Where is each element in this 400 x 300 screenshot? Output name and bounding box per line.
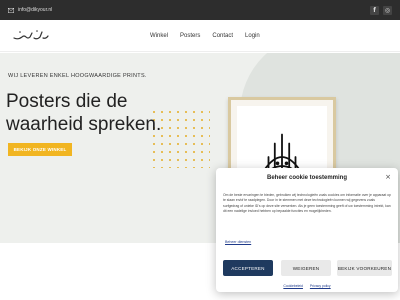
privacy-policy-link[interactable]: Privacy policy bbox=[310, 284, 331, 288]
nav-item-login[interactable]: Login bbox=[245, 33, 260, 39]
page-content-area bbox=[0, 243, 214, 300]
site-header: Winkel Posters Contact Login bbox=[0, 20, 400, 52]
instagram-icon[interactable]: ◎ bbox=[383, 5, 392, 15]
email-text: info@dikyour.nl bbox=[18, 7, 53, 13]
cookie-dialog-title: Beheer cookie toestemming bbox=[266, 175, 348, 181]
cookie-consent-dialog: Beheer cookie toestemming × Om de beste … bbox=[216, 168, 398, 292]
hero-kicker: WIJ LEVEREN ENKEL HOOGWAARDIGE PRINTS. bbox=[8, 73, 147, 79]
cookie-policy-link[interactable]: Cookiebeleid bbox=[283, 284, 303, 288]
shop-cta-button[interactable]: BEKIJK ONZE WINKEL bbox=[8, 143, 72, 156]
nav-item-contact[interactable]: Contact bbox=[212, 33, 233, 39]
close-icon[interactable]: × bbox=[385, 173, 391, 181]
nav-item-winkel[interactable]: Winkel bbox=[150, 33, 168, 39]
email-contact[interactable]: info@dikyour.nl bbox=[8, 7, 52, 13]
site-logo[interactable] bbox=[12, 28, 50, 42]
cookie-footer-links: Cookiebeleid Privacy policy bbox=[216, 284, 398, 288]
top-bar: info@dikyour.nl f ◎ bbox=[0, 0, 400, 20]
social-links: f ◎ bbox=[370, 5, 392, 15]
cookie-dialog-body: Om de beste ervaringen te bieden, gebrui… bbox=[223, 193, 391, 214]
decline-cookies-button[interactable]: WEIGEREN bbox=[281, 260, 331, 276]
manage-services-link[interactable]: Beheer diensten bbox=[225, 240, 251, 244]
main-nav: Winkel Posters Contact Login bbox=[150, 20, 260, 52]
mail-icon bbox=[8, 7, 14, 13]
hero-headline: Posters die de waarheid spreken. bbox=[6, 91, 162, 135]
accept-cookies-button[interactable]: ACCEPTEREN bbox=[223, 260, 273, 276]
nav-item-posters[interactable]: Posters bbox=[180, 33, 200, 39]
facebook-icon[interactable]: f bbox=[370, 5, 379, 15]
logo-icon bbox=[13, 30, 49, 40]
view-preferences-button[interactable]: BEKIJK VOORKEUREN bbox=[337, 260, 392, 276]
